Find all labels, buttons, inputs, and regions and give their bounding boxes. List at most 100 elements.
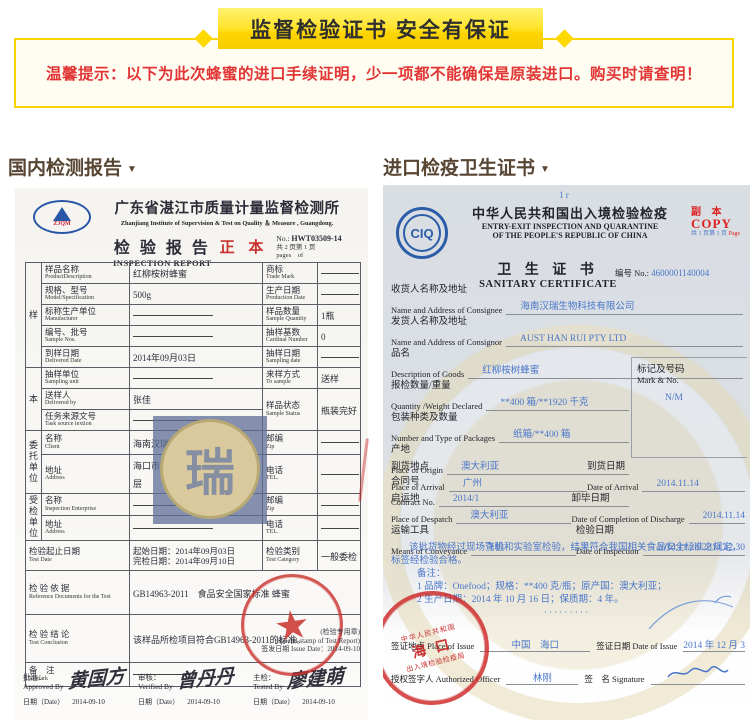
cell-client-zip-label: 邮编Zip: [263, 431, 318, 455]
cell-insp-zip-label: 邮编Zip: [263, 494, 318, 516]
cell-delivered-by-value: 张佳: [130, 389, 263, 410]
authority-name-en1: ENTRY-EXIT INSPECTION AND QUARANTINE: [453, 222, 687, 231]
import-sanitary-certificate: 1 r CIQ 中华人民共和国出入境检验检疫 ENTRY-EXIT INSPEC…: [383, 185, 750, 720]
cell-sampling-date-value: [318, 347, 361, 368]
report-no-label: No.:: [276, 234, 289, 243]
cell-insp-tel-label: 电话TEL.: [263, 516, 318, 541]
section-title-domestic-label: 国内检测报告: [8, 158, 122, 179]
table-row: 检验起止日期Test Date 起始日期：2014年09月03日完检日期：201…: [26, 541, 361, 571]
group-ben: 本: [26, 368, 42, 431]
cell-to-sample-value: 送样: [318, 368, 361, 389]
certificate-number: 编号 No.: 4600001140004: [615, 267, 709, 279]
table-row: 样 样品名称ProductDescription 红柳桉树蜂蜜 商标Trade …: [26, 263, 361, 284]
zjqm-logo-text: ZJQM: [53, 221, 70, 227]
cell-sampling-date-label: 抽样日期Sampling date: [263, 347, 318, 368]
warm-tip-text: 温馨提示：以下为此次蜂蜜的进口手续证明，少一项都不能确保是原装进口。购买时请查明…: [46, 62, 702, 84]
cell-client-tel-label: 电话TEL.: [263, 455, 318, 494]
zjqm-logo-icon: ZJQM: [33, 200, 91, 234]
table-row: 到样日期Delivered Date 2014年09月03日 抽样日期Sampl…: [26, 347, 361, 368]
verified-by-block: 审核：Verified By 曾丹丹 日期（Date）2014-09-10: [138, 664, 248, 707]
authority-name-cn: 中华人民共和国出入境检验检疫: [453, 203, 687, 222]
domestic-inspection-report: ZJQM 广东省湛江市质量计量监督检测所 Zhanjiang Institute…: [15, 188, 368, 720]
field-arrival-date: 到货日期 Date of Arrival2014.11.14: [587, 462, 745, 492]
cell-test-category-value: 一般委检: [318, 541, 361, 571]
section-title-domestic-report[interactable]: 国内检测报告 ▼: [8, 153, 137, 180]
cell-task-source-label: 任务来源文号Task source textion: [42, 410, 130, 431]
cell-insp-name-label: 名称Inspection Enterprise: [42, 494, 130, 516]
cell-to-sample-label: 来样方式To sample: [263, 368, 318, 389]
cell-manufacturer-label: 标称生产单位Manufacturer: [42, 305, 130, 326]
report-pages-en: pages of: [276, 252, 341, 261]
cell-spec-label: 规格、型号Model/Specification: [42, 284, 130, 305]
report-number-block: No.: HWT03509-14 共 2 页第 1 页 pages of: [276, 235, 341, 261]
approved-by-block: 批准：Approved By 黄国方 日期（Date）2014-09-10: [23, 664, 133, 707]
table-row: 标称生产单位Manufacturer 样品数量Sample Quantity 1…: [26, 305, 361, 326]
cell-delivered-date-label: 到样日期Delivered Date: [42, 347, 130, 368]
field-consignee: 收货人名称及地址 Name and Address of Consignee海南…: [391, 285, 743, 315]
authority-name: 中华人民共和国出入境检验检疫 ENTRY-EXIT INSPECTION AND…: [453, 203, 687, 240]
cell-sample-status-label: 样品状态Sample Status: [263, 389, 318, 431]
cell-client-address-label: 地址Address: [42, 455, 130, 494]
cell-sample-name-label: 样品名称ProductDescription: [42, 263, 130, 284]
ciq-logo-icon: CIQ: [396, 207, 448, 259]
cell-sample-nos-label: 编号、批号Sample Nos.: [42, 326, 130, 347]
issue-place-value: 中国 海口: [480, 637, 590, 652]
table-row: 编号、批号Sample Nos. 抽样基数Cardinal Number 0: [26, 326, 361, 347]
table-row: 本 抽样单位Sampling unit 来样方式To sample 送样: [26, 368, 361, 389]
field-mark-and-no: 标记及号码 Mark & No. N/M: [631, 357, 747, 458]
institute-name-en: Zhanjiang Institute of Supervision & Tes…: [93, 218, 361, 227]
report-title-cn: 检 验 报 告: [113, 234, 212, 258]
cell-manufacturer-value: [130, 305, 263, 326]
cell-sample-name-value: 红柳桉树蜂蜜: [130, 263, 263, 284]
authority-name-en2: OF THE PEOPLE'S REPUBLIC OF CHINA: [453, 231, 687, 240]
cell-spec-value: 500g: [130, 284, 263, 305]
section-title-import-certificate[interactable]: 进口检疫卫生证书▼: [383, 153, 550, 180]
zjqm-triangle-icon: [53, 207, 71, 221]
company-watermark-seal: 瑞: [160, 419, 260, 519]
approved-signature: 黄国方: [67, 661, 125, 694]
officer-signature-scribble: [651, 665, 745, 685]
institute-name-cn: 广东省湛江市质量计量监督检测所: [93, 197, 361, 218]
original-copy-stamp: 正 本: [220, 236, 269, 257]
chevron-down-icon: ▼: [540, 164, 550, 175]
cell-sample-status-value: 瓶装完好: [318, 389, 361, 431]
cell-trademark-label: 商标Trade Mark: [263, 263, 318, 284]
cell-insp-zip-value: [318, 494, 361, 516]
cell-production-date-label: 生产日期Production Date: [263, 284, 318, 305]
blue-pen-mark: [645, 593, 737, 635]
honey-certificate-section: 温馨提示：以下为此次蜂蜜的进口手续证明，少一项都不能确保是原装进口。购买时请查明…: [0, 0, 750, 720]
copy-stamp: 副 本 COPY 共 1 页第 1 页 Page: [691, 207, 750, 240]
company-watermark-stamp: 瑞: [153, 416, 267, 524]
cell-cardinal-number-value: 0: [318, 326, 361, 347]
report-no-value: HWT03509-14: [291, 234, 341, 243]
field-despatch-place: 启运地 Place of Despatch澳大利亚: [391, 494, 571, 524]
cell-insp-tel-value: [318, 516, 361, 541]
verified-signature: 曾丹丹: [176, 661, 234, 694]
cell-sample-nos-value: [130, 326, 263, 347]
chevron-down-icon: ▼: [127, 164, 137, 175]
cell-test-date-label: 检验起止日期Test Date: [26, 541, 130, 571]
field-arrival-place: 到货地点 Place of Arrival广州: [391, 462, 587, 492]
group-inspected: 受检单位: [26, 494, 42, 541]
issue-date-value: 2014 年 12 月 3: [683, 637, 745, 652]
cell-delivered-date-value: 2014年09月03日: [130, 347, 263, 368]
cell-client-name-label: 名称Client: [42, 431, 130, 455]
institute-name: 广东省湛江市质量计量监督检测所 Zhanjiang Institute of S…: [93, 197, 361, 227]
report-pages-cn: 共 2 页第 1 页: [276, 244, 341, 253]
cell-trademark-value: [318, 263, 361, 284]
cell-client-zip-value: [318, 431, 361, 455]
field-discharge-date: 卸毕日期 Date of Completion of Discharge2014…: [571, 494, 745, 524]
cell-sampling-unit-label: 抽样单位Sampling unit: [42, 368, 130, 389]
group-client: 委托单位: [26, 431, 42, 494]
cell-cardinal-number-label: 抽样基数Cardinal Number: [263, 326, 318, 347]
group-sample: 样: [26, 263, 42, 368]
cell-client-tel-value: [318, 455, 361, 494]
field-consignor: 发货人名称及地址 Name and Address of ConsignorAU…: [391, 317, 743, 347]
table-row: 规格、型号Model/Specification 500g 生产日期Produc…: [26, 284, 361, 305]
table-row: 送样人Delivered by 张佳 样品状态Sample Status 瓶装完…: [26, 389, 361, 410]
field-quantity: 报检数量/重量 Quantity /Weight Declared**400 箱…: [391, 381, 629, 411]
scan-artifact-text: 1 r: [559, 190, 569, 200]
cell-delivered-by-label: 送样人Delivered by: [42, 389, 130, 410]
cell-production-date-value: [318, 284, 361, 305]
officer-value: 林刚: [506, 670, 578, 685]
